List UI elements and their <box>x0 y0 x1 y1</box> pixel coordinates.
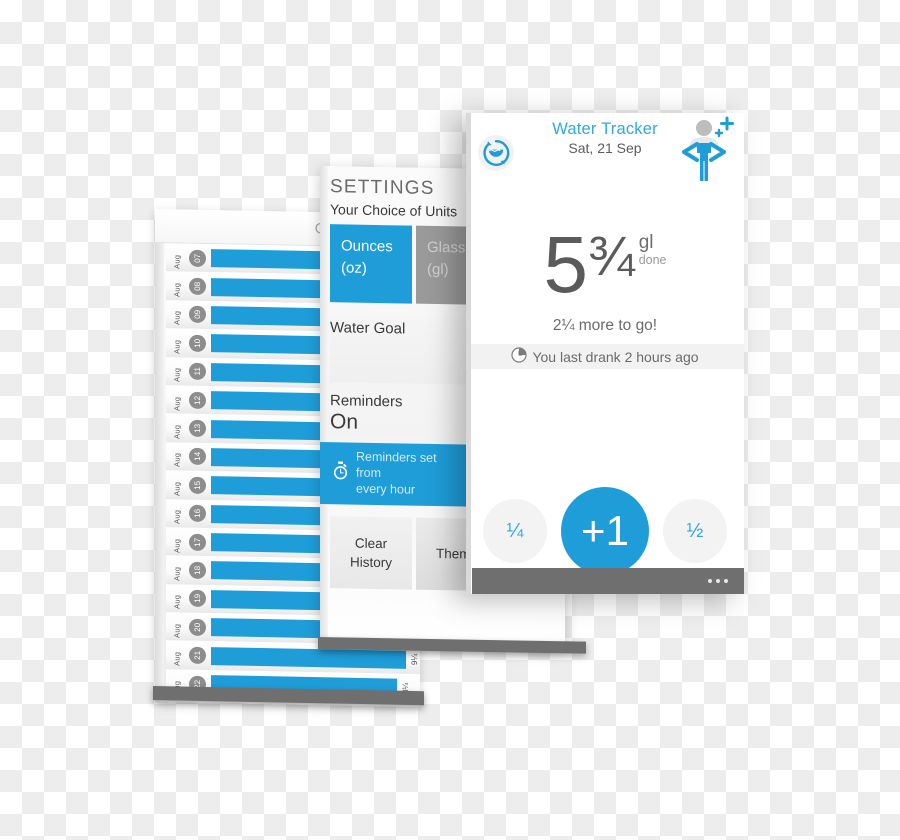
history-row-month: Aug <box>172 367 182 383</box>
clear-history-line1: Clear <box>354 535 388 551</box>
unit-tile-ounces[interactable]: Ounces (oz) <box>330 224 412 304</box>
quick-add-half-button[interactable]: ½ <box>663 499 727 563</box>
history-row-month: Aug <box>172 453 182 468</box>
history-row-month: Aug <box>172 651 182 667</box>
clock-icon <box>511 347 528 366</box>
unit-tile-ounces-abbr: (oz) <box>341 259 367 277</box>
history-row-day-badge: 07 <box>189 249 206 267</box>
history-row-month: Aug <box>172 339 182 354</box>
quick-add-plus-one-button[interactable]: +1 <box>561 487 649 575</box>
phone-card[interactable]: Water Tracker Sat, 21 Sep 5 ¾ gl done 2¼… <box>466 113 744 594</box>
quick-add-quarter-button[interactable]: ¼ <box>483 499 547 563</box>
phone-header: Water Tracker Sat, 21 Sep <box>466 113 744 181</box>
more-dot <box>708 579 712 583</box>
last-drank-text: You last drank 2 hours ago <box>532 348 699 365</box>
reminder-banner-text: Reminders set from every hour <box>356 450 464 499</box>
last-drank-status: You last drank 2 hours ago <box>466 344 744 369</box>
phone-app-bar[interactable] <box>472 568 744 594</box>
history-row-month: Aug <box>172 254 182 269</box>
history-row-month: Aug <box>172 424 182 440</box>
more-dot <box>716 579 720 583</box>
clear-history-button[interactable]: Clear History <box>330 516 412 590</box>
water-amount-display: 5 ¾ gl done <box>466 220 744 309</box>
history-row-day-badge: 18 <box>189 561 206 579</box>
history-row-month: Aug <box>172 566 182 581</box>
history-row-month: Aug <box>172 594 182 610</box>
screenshot-stage: Current Target Aug07Aug08Aug09Aug10Aug11… <box>0 0 900 840</box>
history-row-month: Aug <box>172 282 182 298</box>
history-row-day-badge: 20 <box>189 618 206 636</box>
history-row-day-badge: 12 <box>189 391 206 409</box>
reminder-banner-line2: every hour <box>356 481 416 497</box>
history-row-day-badge: 17 <box>189 533 206 551</box>
quick-add-buttons: ¼ +1 ½ <box>466 487 744 575</box>
history-row-day-badge: 10 <box>189 334 206 352</box>
amount-unit: gl <box>638 232 654 253</box>
history-row-day-badge: 21 <box>189 646 206 665</box>
history-row-month: Aug <box>172 509 182 525</box>
history-row-day-badge: 13 <box>189 419 206 438</box>
history-row-day-badge: 14 <box>189 448 206 466</box>
reminder-banner[interactable]: Reminders set from every hour <box>320 442 472 507</box>
amount-fraction: ¾ <box>587 224 635 287</box>
more-dot <box>724 579 728 583</box>
reminder-banner-line1: Reminders set from <box>356 449 437 480</box>
history-row-day-badge: 16 <box>189 504 206 523</box>
amount-done-label: done <box>638 252 667 267</box>
history-row-month: Aug <box>172 311 182 326</box>
to-go-text: 2¼ more to go! <box>552 317 658 334</box>
history-row-day-badge: 09 <box>189 306 206 324</box>
history-row-month: Aug <box>172 623 182 638</box>
history-row-month: Aug <box>172 396 182 411</box>
unit-tile-ounces-name: Ounces <box>341 237 393 256</box>
history-row-month: Aug <box>172 481 182 496</box>
history-row-day-badge: 19 <box>189 590 206 608</box>
history-row-day-badge: 11 <box>189 362 206 381</box>
history-row-day-badge: 15 <box>189 476 206 494</box>
history-row-month: Aug <box>172 538 182 553</box>
history-row-day-badge: 08 <box>189 277 206 296</box>
history-row-value: 9¼ <box>409 653 419 666</box>
stopwatch-icon <box>332 461 349 485</box>
water-glass-refresh-icon[interactable] <box>478 135 514 171</box>
amount-whole: 5 <box>543 220 587 309</box>
person-hands-on-hips-icon[interactable] <box>675 116 737 188</box>
clear-history-line2: History <box>349 554 392 571</box>
